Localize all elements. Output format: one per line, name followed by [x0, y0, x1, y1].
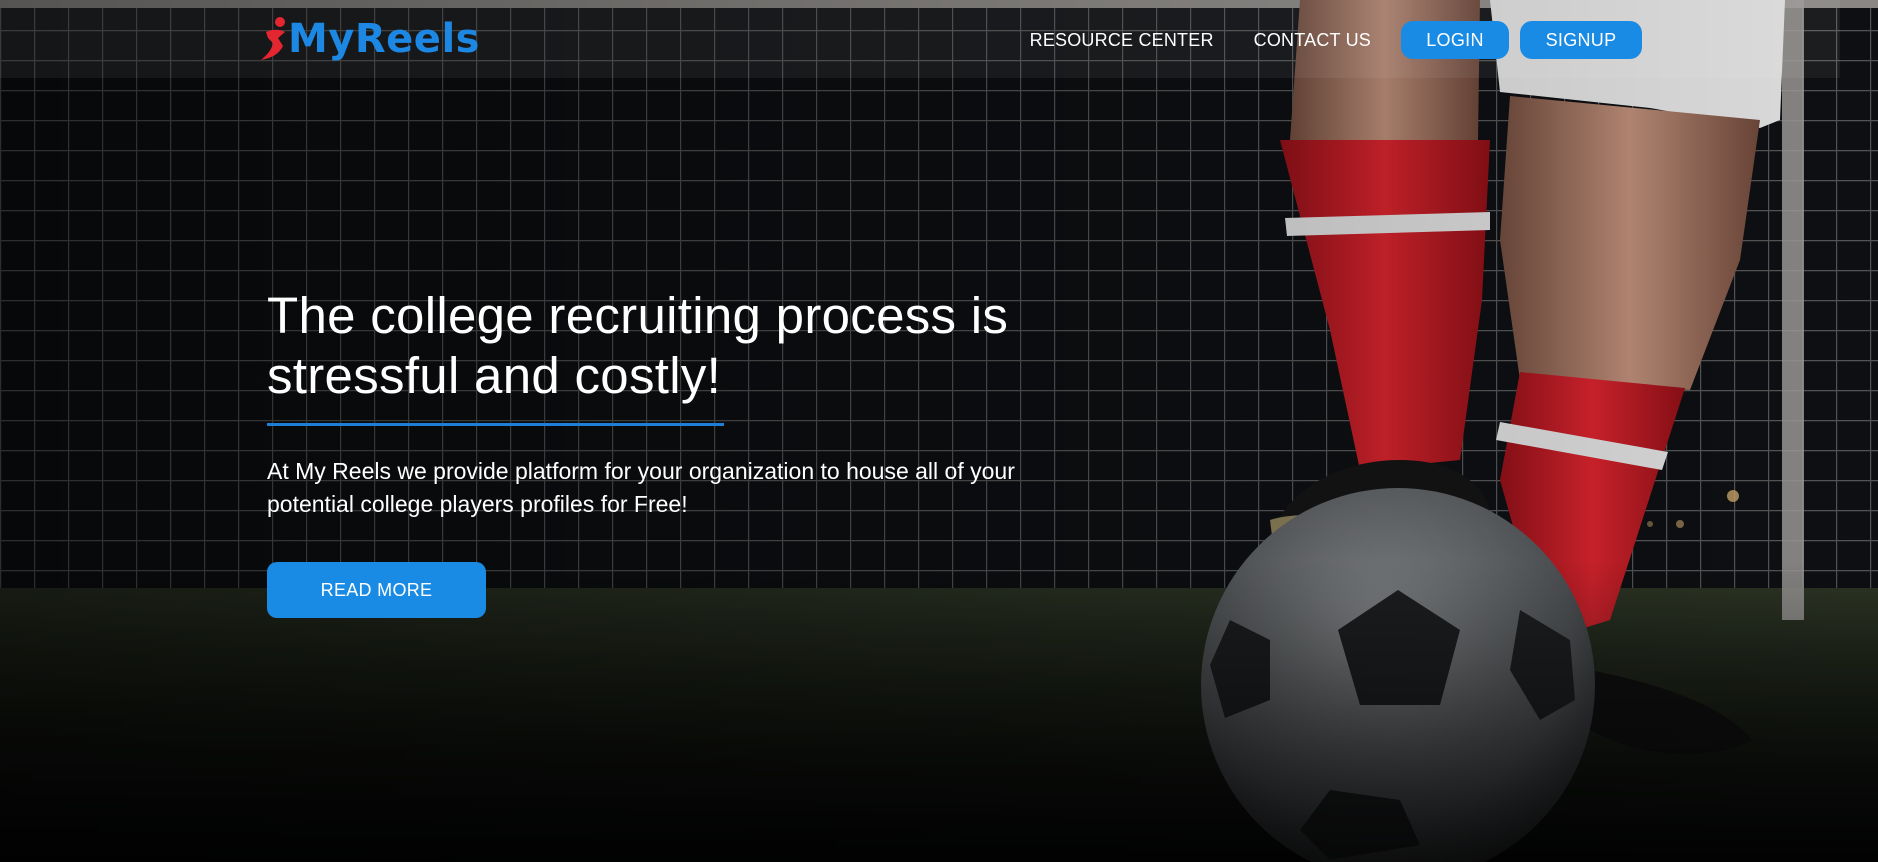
hero-headline: The college recruiting process is stress…	[267, 286, 1167, 406]
hero-headline-line-2: stressful and costly!	[267, 347, 722, 404]
signup-button[interactable]: SIGNUP	[1520, 21, 1642, 59]
login-button[interactable]: LOGIN	[1401, 21, 1509, 59]
site-logo[interactable]: MyReels	[258, 14, 480, 64]
hero-content: The college recruiting process is stress…	[267, 286, 1167, 618]
hero-description: At My Reels we provide platform for your…	[267, 455, 1127, 521]
logo-text: MyReels	[288, 16, 480, 62]
main-nav: RESOURCE CENTER CONTACT US LOGIN SIGNUP	[1030, 21, 1642, 59]
hero-description-line-1: At My Reels we provide platform for your…	[267, 458, 1015, 484]
headline-underline	[267, 423, 724, 426]
landing-page: MyReels RESOURCE CENTER CONTACT US LOGIN…	[0, 0, 1878, 862]
read-more-button[interactable]: READ MORE	[267, 562, 486, 618]
nav-link-resource-center[interactable]: RESOURCE CENTER	[1030, 30, 1214, 51]
hero-headline-line-1: The college recruiting process is	[267, 287, 1009, 344]
nav-link-contact-us[interactable]: CONTACT US	[1254, 30, 1371, 51]
running-figure-icon	[261, 17, 285, 60]
hero-description-line-2: potential college players profiles for F…	[267, 491, 688, 517]
